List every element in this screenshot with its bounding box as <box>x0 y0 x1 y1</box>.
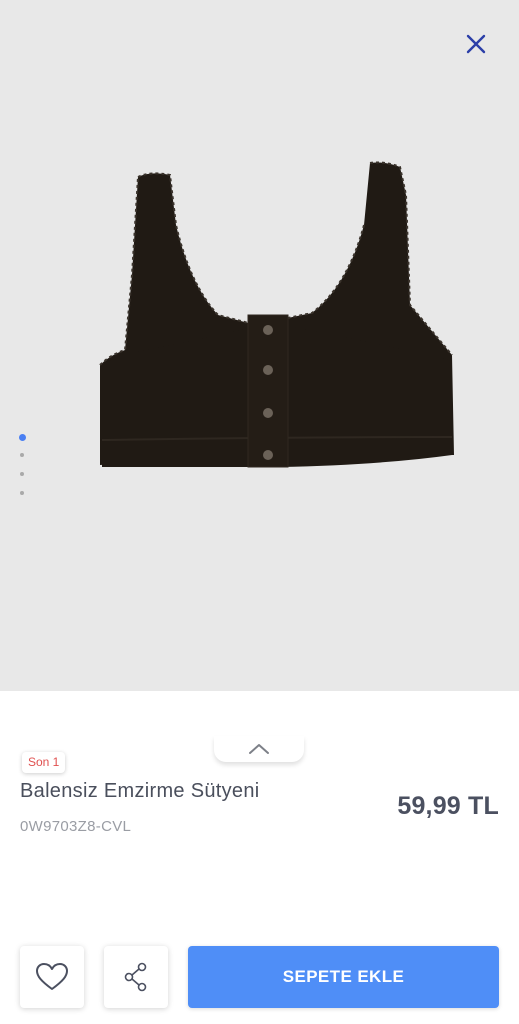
gallery-dot[interactable] <box>20 453 24 457</box>
gallery-dot[interactable] <box>20 472 24 476</box>
chevron-up-icon <box>249 744 269 754</box>
gallery-pagination <box>17 434 27 510</box>
share-button[interactable] <box>104 946 168 1008</box>
product-title: Balensiz Emzirme Sütyeni <box>20 780 260 802</box>
stock-badge: Son 1 <box>22 752 66 773</box>
product-gallery[interactable] <box>0 0 519 691</box>
favorite-button[interactable] <box>20 946 84 1008</box>
product-price: 59,99 TL <box>397 792 499 820</box>
share-icon <box>124 962 147 992</box>
close-icon <box>466 34 486 54</box>
close-button[interactable] <box>458 26 494 62</box>
expand-details-handle[interactable] <box>214 736 304 762</box>
gallery-dot[interactable] <box>18 434 26 441</box>
gallery-dot[interactable] <box>20 491 24 495</box>
product-image[interactable] <box>80 155 465 480</box>
add-to-cart-button[interactable]: SEPETE EKLE <box>188 946 499 1008</box>
heart-icon <box>36 963 68 990</box>
product-code: 0W9703Z8-CVL <box>20 818 132 835</box>
